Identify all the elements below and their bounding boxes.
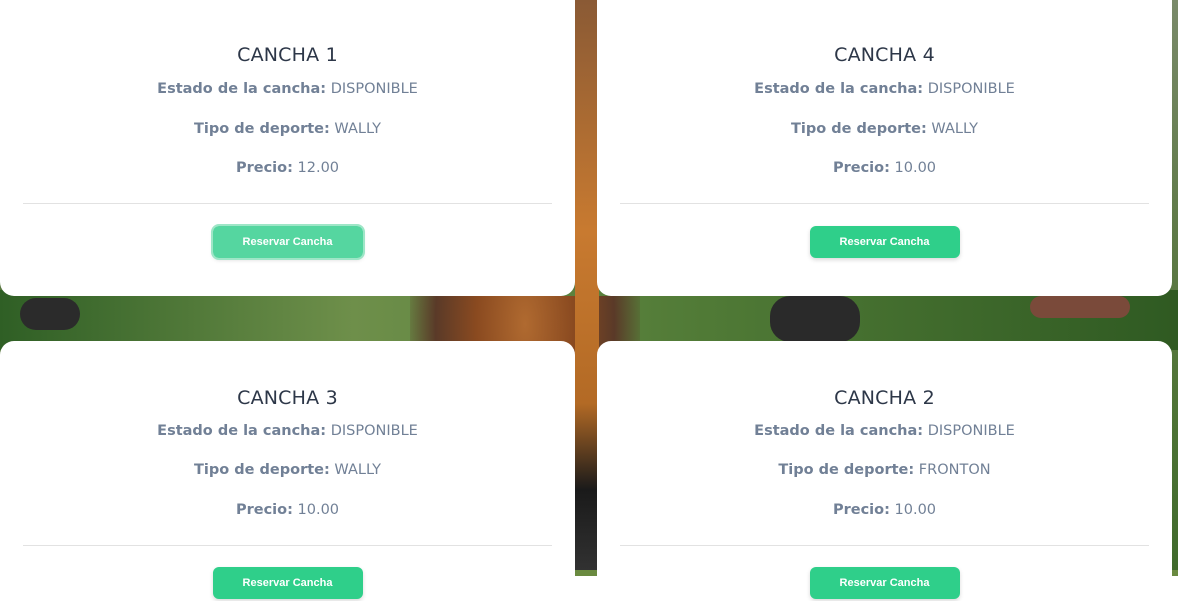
- price-value: 12.00: [297, 160, 340, 176]
- status-label: Estado de la cancha:: [754, 81, 924, 97]
- card-divider: [23, 545, 552, 546]
- card-divider: [23, 203, 552, 204]
- player-arm-right: [1030, 296, 1130, 318]
- status-value: DISPONIBLE: [927, 423, 1015, 439]
- reserve-court-button[interactable]: Reservar Cancha: [809, 567, 960, 599]
- reserve-court-button[interactable]: Reservar Cancha: [212, 567, 363, 599]
- court-status: Estado de la cancha: DISPONIBLE: [597, 423, 1172, 439]
- price-value: 10.00: [894, 160, 937, 176]
- status-label: Estado de la cancha:: [157, 81, 327, 97]
- court-price: Precio: 12.00: [0, 160, 575, 176]
- price-label: Precio:: [235, 502, 293, 518]
- sport-value: WALLY: [334, 121, 381, 137]
- status-label: Estado de la cancha:: [754, 423, 924, 439]
- card-divider: [620, 545, 1149, 546]
- status-value: DISPONIBLE: [330, 423, 418, 439]
- price-value: 10.00: [894, 502, 937, 518]
- price-value: 10.00: [297, 502, 340, 518]
- court-price: Precio: 10.00: [597, 502, 1172, 518]
- sport-label: Tipo de deporte:: [791, 121, 927, 137]
- court-title: CANCHA 1: [237, 44, 338, 66]
- court-status: Estado de la cancha: DISPONIBLE: [0, 81, 575, 97]
- reserve-court-button[interactable]: Reservar Cancha: [210, 224, 365, 260]
- court-sport: Tipo de deporte: WALLY: [597, 121, 1172, 137]
- sport-label: Tipo de deporte:: [194, 121, 330, 137]
- sport-value: WALLY: [334, 462, 381, 478]
- reserve-court-button[interactable]: Reservar Cancha: [809, 226, 960, 258]
- price-label: Precio:: [832, 160, 890, 176]
- player-shirt: [575, 0, 599, 576]
- status-label: Estado de la cancha:: [157, 423, 327, 439]
- player-arm-left: [20, 298, 80, 330]
- sport-label: Tipo de deporte:: [194, 462, 330, 478]
- court-title: CANCHA 2: [834, 387, 935, 409]
- court-sport: Tipo de deporte: WALLY: [0, 462, 575, 478]
- status-value: DISPONIBLE: [927, 81, 1015, 97]
- court-card-4: CANCHA 4 Estado de la cancha: DISPONIBLE…: [597, 0, 1172, 296]
- dark-shape: [770, 296, 860, 342]
- court-title: CANCHA 3: [237, 387, 338, 409]
- court-status: Estado de la cancha: DISPONIBLE: [597, 81, 1172, 97]
- court-sport: Tipo de deporte: FRONTON: [597, 462, 1172, 478]
- court-card-2: CANCHA 2 Estado de la cancha: DISPONIBLE…: [597, 341, 1172, 601]
- court-price: Precio: 10.00: [597, 160, 1172, 176]
- court-card-1: CANCHA 1 Estado de la cancha: DISPONIBLE…: [0, 0, 575, 296]
- price-label: Precio:: [235, 160, 293, 176]
- court-status: Estado de la cancha: DISPONIBLE: [0, 423, 575, 439]
- court-sport: Tipo de deporte: WALLY: [0, 121, 575, 137]
- price-label: Precio:: [832, 502, 890, 518]
- sport-value: FRONTON: [918, 462, 991, 478]
- sport-label: Tipo de deporte:: [778, 462, 915, 478]
- court-card-3: CANCHA 3 Estado de la cancha: DISPONIBLE…: [0, 341, 575, 601]
- court-title: CANCHA 4: [834, 44, 935, 66]
- sport-value: WALLY: [931, 121, 978, 137]
- card-divider: [620, 203, 1149, 204]
- status-value: DISPONIBLE: [330, 81, 418, 97]
- court-price: Precio: 10.00: [0, 502, 575, 518]
